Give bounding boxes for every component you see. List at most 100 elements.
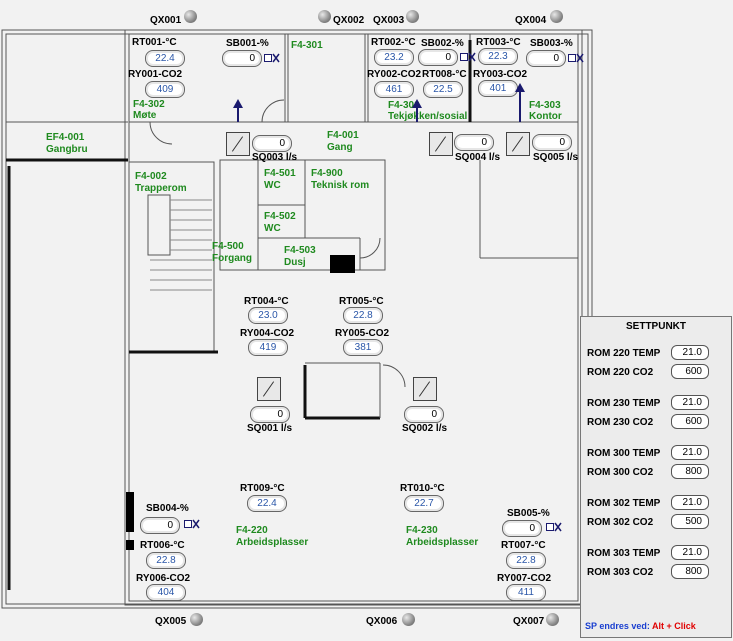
setpoint-label: ROM 230 CO2 — [587, 417, 654, 428]
sb002-label: SB002-% — [421, 38, 464, 49]
rt010-value[interactable]: 22.7 — [404, 495, 444, 512]
qx005-indicator[interactable] — [190, 613, 203, 626]
room-f4-300-name: Tekjøkken/sosial — [388, 111, 468, 122]
qx004-indicator[interactable] — [550, 10, 563, 23]
setpoint-panel: SETTPUNKT ROM 220 TEMP 21.0 ROM 220 CO2 … — [580, 316, 732, 638]
room-f4-230: F4-230 — [406, 525, 438, 536]
sq002-value[interactable]: 0 — [404, 406, 444, 423]
setpoint-rom303-co2[interactable]: 800 — [671, 564, 709, 579]
ry006-value[interactable]: 404 — [146, 584, 186, 601]
setpoint-rom302-temp[interactable]: 21.0 — [671, 495, 709, 510]
rt006-value[interactable]: 22.8 — [146, 552, 186, 569]
room-f4-503-name: Dusj — [284, 257, 306, 268]
sq005-value[interactable]: 0 — [532, 134, 572, 151]
rt004-value[interactable]: 23.0 — [248, 307, 288, 324]
sq001-damper-icon[interactable] — [257, 377, 281, 401]
sb001-value[interactable]: 0 — [222, 50, 262, 67]
ry005-value[interactable]: 381 — [343, 339, 383, 356]
rt005-value[interactable]: 22.8 — [343, 307, 383, 324]
setpoint-hint: SP endres ved: Alt + Click — [585, 621, 696, 631]
setpoint-rom300-temp[interactable]: 21.0 — [671, 445, 709, 460]
setpoint-label: ROM 220 TEMP — [587, 348, 661, 359]
ry003-value[interactable]: 401 — [478, 80, 518, 97]
room-f4-001: F4-001 — [327, 130, 359, 141]
ry004-value[interactable]: 419 — [248, 339, 288, 356]
ry003-label: RY003-CO2 — [473, 69, 528, 80]
ry005-label: RY005-CO2 — [335, 328, 390, 339]
room-f4-501-name: WC — [264, 180, 281, 191]
setpoint-rom220-co2[interactable]: 600 — [671, 364, 709, 379]
qx003-label: QX003 — [373, 15, 405, 26]
room-f4-303: F4-303 — [529, 100, 561, 111]
sb001-valve-icon[interactable] — [264, 53, 280, 63]
rt001-value[interactable]: 22.4 — [145, 50, 185, 67]
setpoint-rom220-temp[interactable]: 21.0 — [671, 345, 709, 360]
supply-arrow-f4-303 — [515, 83, 525, 92]
sq003-damper-icon[interactable] — [226, 132, 250, 156]
qx002-indicator[interactable] — [318, 10, 331, 23]
sb003-value[interactable]: 0 — [526, 50, 566, 67]
setpoint-label: ROM 302 TEMP — [587, 498, 661, 509]
ry007-label: RY007-CO2 — [497, 573, 552, 584]
room-ef4-001-name: Gangbru — [46, 144, 88, 155]
sq004-damper-icon[interactable] — [429, 132, 453, 156]
rt001-label: RT001-°C — [132, 37, 177, 48]
rt005-label: RT005-°C — [339, 296, 384, 307]
setpoint-rom230-co2[interactable]: 600 — [671, 414, 709, 429]
rt002-value[interactable]: 23.2 — [374, 49, 414, 66]
setpoint-label: ROM 303 CO2 — [587, 567, 654, 578]
qx007-label: QX007 — [513, 616, 545, 627]
sq003-value[interactable]: 0 — [252, 135, 292, 152]
ry001-value[interactable]: 409 — [145, 81, 185, 98]
room-f4-302-name: Møte — [133, 110, 157, 121]
qx004-label: QX004 — [515, 15, 547, 26]
rt009-value[interactable]: 22.4 — [247, 495, 287, 512]
rt007-value[interactable]: 22.8 — [506, 552, 546, 569]
setpoint-label: ROM 220 CO2 — [587, 367, 654, 378]
sq001-label: SQ001 l/s — [247, 423, 293, 434]
sb005-value[interactable]: 0 — [502, 520, 542, 537]
setpoint-label: ROM 230 TEMP — [587, 398, 661, 409]
rt008-value[interactable]: 22.5 — [423, 81, 463, 98]
room-f4-502: F4-502 — [264, 211, 296, 222]
setpoint-hint-prefix: SP endres ved: — [585, 621, 650, 631]
setpoint-rom300-co2[interactable]: 800 — [671, 464, 709, 479]
setpoint-title: SETTPUNKT — [626, 321, 686, 332]
rt009-label: RT009-°C — [240, 483, 285, 494]
qx007-indicator[interactable] — [546, 613, 559, 626]
sq004-value[interactable]: 0 — [454, 134, 494, 151]
qx006-indicator[interactable] — [402, 613, 415, 626]
room-f4-220: F4-220 — [236, 525, 268, 536]
room-f4-002: F4-002 — [135, 171, 167, 182]
qx006-label: QX006 — [366, 616, 398, 627]
rt003-value[interactable]: 22.3 — [478, 48, 518, 65]
sb004-value[interactable]: 0 — [140, 517, 180, 534]
qx001-indicator[interactable] — [184, 10, 197, 23]
supply-arrow-f4-300 — [412, 99, 422, 108]
room-f4-900-name: Teknisk rom — [311, 180, 370, 191]
sq001-value[interactable]: 0 — [250, 406, 290, 423]
qx001-label: QX001 — [150, 15, 182, 26]
sb002-value[interactable]: 0 — [418, 49, 458, 66]
qx002-label: QX002 — [333, 15, 365, 26]
sb002-valve-icon[interactable] — [460, 52, 476, 62]
room-f4-502-name: WC — [264, 223, 281, 234]
sq005-damper-icon[interactable] — [506, 132, 530, 156]
room-f4-001-name: Gang — [327, 142, 353, 153]
sb005-valve-icon[interactable] — [546, 522, 562, 532]
sb003-label: SB003-% — [530, 38, 573, 49]
ry007-value[interactable]: 411 — [506, 584, 546, 601]
setpoint-rom230-temp[interactable]: 21.0 — [671, 395, 709, 410]
qx003-indicator[interactable] — [406, 10, 419, 23]
sb005-label: SB005-% — [507, 508, 550, 519]
sb003-valve-icon[interactable] — [568, 53, 584, 63]
ry001-label: RY001-CO2 — [128, 69, 183, 80]
sq002-damper-icon[interactable] — [413, 377, 437, 401]
sb004-valve-icon[interactable] — [184, 519, 200, 529]
setpoint-rom303-temp[interactable]: 21.0 — [671, 545, 709, 560]
rt008-label: RT008-°C — [422, 69, 467, 80]
supply-arrow-f4-302 — [233, 99, 243, 108]
ry002-value[interactable]: 461 — [374, 81, 414, 98]
setpoint-rom302-co2[interactable]: 500 — [671, 514, 709, 529]
room-f4-220-name: Arbeidsplasser — [236, 537, 309, 548]
